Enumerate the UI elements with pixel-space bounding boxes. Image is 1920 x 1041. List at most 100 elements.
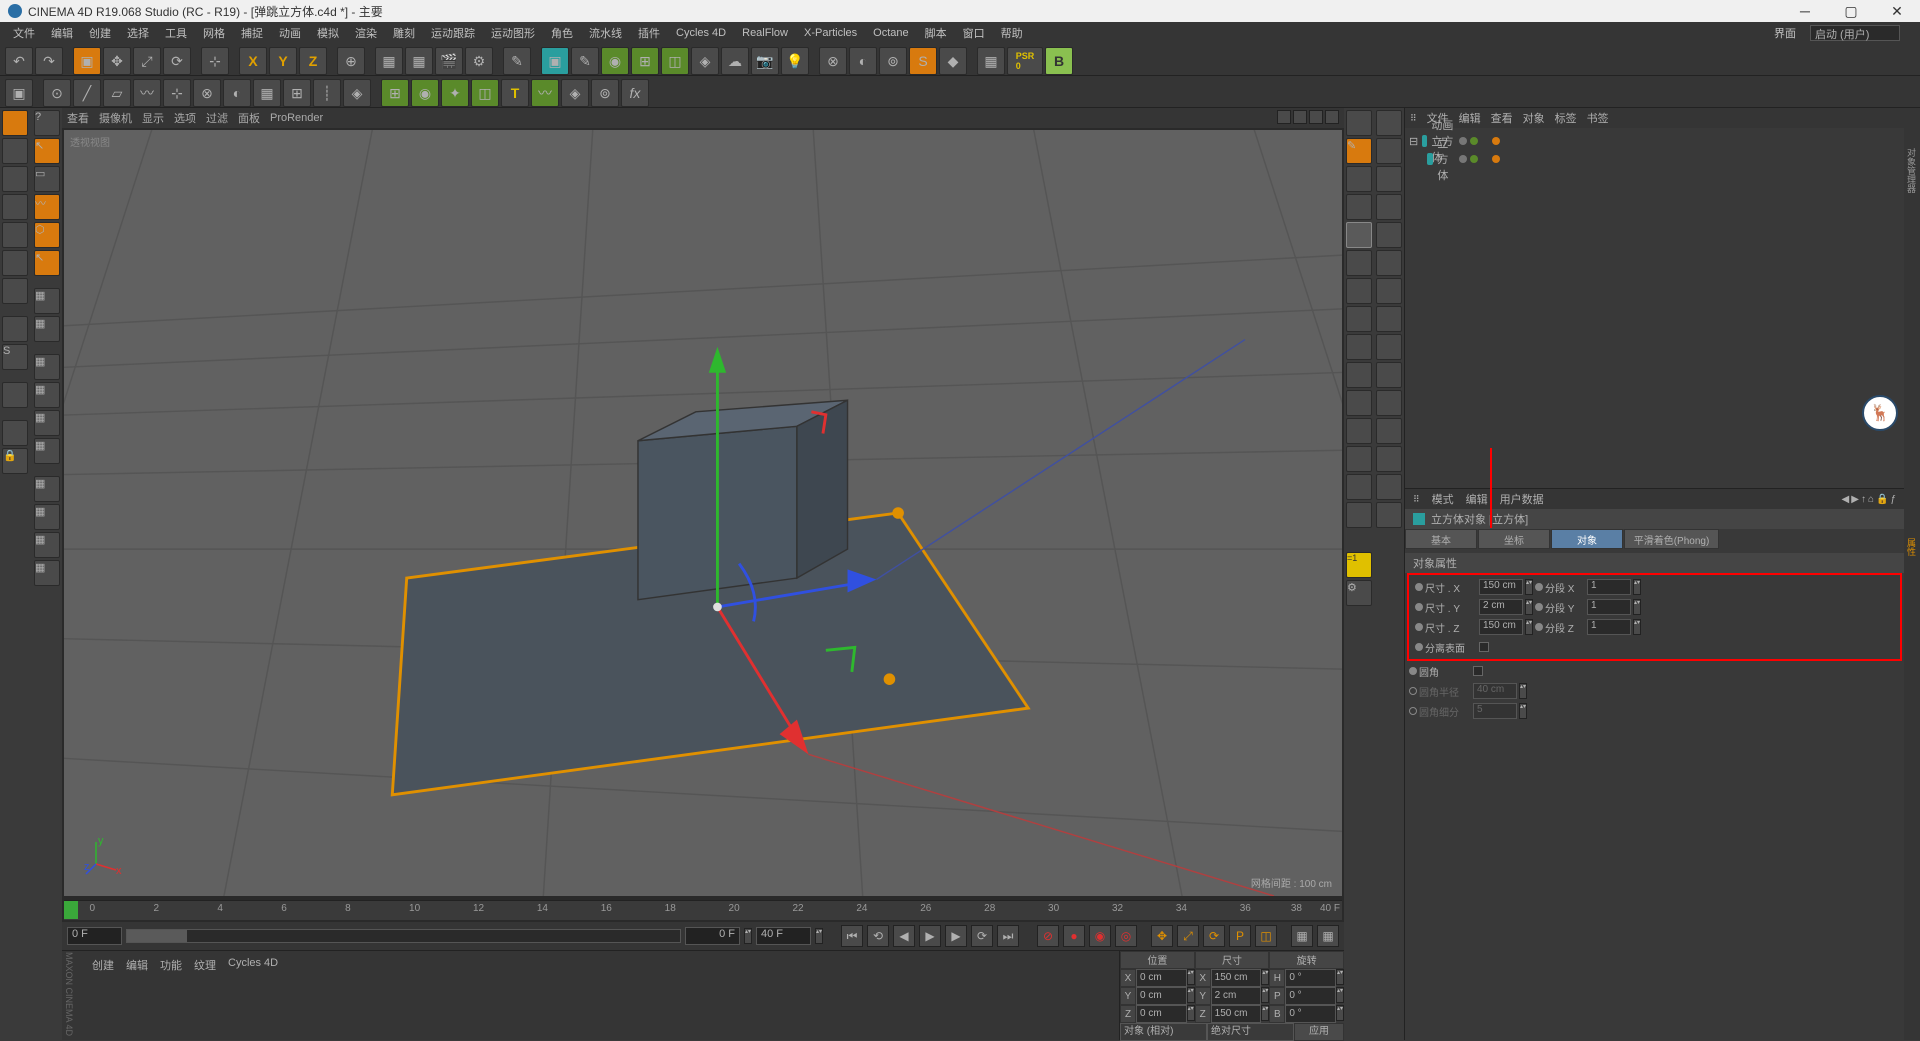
prev-frame-button[interactable]: ◀ xyxy=(893,925,915,947)
spinner[interactable]: ▴▾ xyxy=(1525,619,1533,635)
spinner[interactable]: ▴▾ xyxy=(1633,579,1641,595)
mat-tab[interactable]: 功能 xyxy=(160,957,182,973)
axis-y-button[interactable]: Y xyxy=(269,47,297,75)
workplane-mode-button[interactable] xyxy=(2,194,28,220)
step-back-button[interactable]: ⟲ xyxy=(867,925,889,947)
axis-mode-button[interactable] xyxy=(2,316,28,342)
rtool2[interactable] xyxy=(1376,278,1402,304)
seg-y-input[interactable]: 1 xyxy=(1587,599,1631,615)
vp-nav-icon[interactable] xyxy=(1309,110,1323,124)
separate-checkbox[interactable] xyxy=(1479,642,1489,652)
tool-grid6[interactable]: ▦ xyxy=(34,560,60,586)
vp-menu-item[interactable]: 显示 xyxy=(142,110,164,126)
rtool2[interactable] xyxy=(1376,138,1402,164)
snap-guide[interactable]: ┊ xyxy=(313,79,341,107)
coord-h-rot[interactable]: 0 ° xyxy=(1285,969,1336,987)
rtool2[interactable] xyxy=(1376,474,1402,500)
redo-button[interactable]: ↷ xyxy=(35,47,63,75)
light-button[interactable]: 💡 xyxy=(781,47,809,75)
menu-item[interactable]: 雕刻 xyxy=(385,25,423,41)
rtool2[interactable] xyxy=(1376,166,1402,192)
rtool[interactable] xyxy=(1346,418,1372,444)
rtool2[interactable] xyxy=(1376,446,1402,472)
rtool2[interactable] xyxy=(1376,362,1402,388)
menu-item[interactable]: 动画 xyxy=(271,25,309,41)
coord-p-rot[interactable]: 0 ° xyxy=(1285,987,1336,1005)
menu-item[interactable]: 角色 xyxy=(543,25,581,41)
tree-row[interactable]: ⊟ 动画立方体 xyxy=(1409,132,1900,150)
menu-item[interactable]: Cycles 4D xyxy=(668,27,734,39)
tweak-mode-button[interactable]: S xyxy=(2,344,28,370)
psr-button[interactable]: PSR0 xyxy=(1007,47,1043,75)
undo-button[interactable]: ↶ xyxy=(5,47,33,75)
tool-mesh1[interactable]: ▦ xyxy=(34,354,60,380)
edit-render-button[interactable]: ✎ xyxy=(503,47,531,75)
lock-button[interactable]: 🔒 xyxy=(2,448,28,474)
axis-widget[interactable]: y x z xyxy=(84,836,124,876)
seg-x-input[interactable]: 1 xyxy=(1587,579,1631,595)
prop-radio[interactable] xyxy=(1409,667,1417,675)
mat-tab[interactable]: 编辑 xyxy=(126,957,148,973)
rtool[interactable] xyxy=(1346,390,1372,416)
tool-mesh2[interactable]: ▦ xyxy=(34,382,60,408)
rtool2[interactable] xyxy=(1376,418,1402,444)
model-mode-button[interactable] xyxy=(2,138,28,164)
subdiv-button[interactable]: ◉ xyxy=(601,47,629,75)
tree-item-label[interactable]: 立方体 xyxy=(1437,135,1455,183)
fillet-checkbox[interactable] xyxy=(1473,666,1483,676)
spinner[interactable]: ▴▾ xyxy=(744,928,752,944)
snap-dynamic[interactable]: ◈ xyxy=(343,79,371,107)
spinner[interactable]: ▴▾ xyxy=(1336,969,1344,985)
rtool[interactable] xyxy=(1346,502,1372,528)
mograph-fracture[interactable]: ✦ xyxy=(441,79,469,107)
goto-end-button[interactable]: ⏭ xyxy=(997,925,1019,947)
timeline-ruler[interactable]: 0 2 4 6 8 10 12 14 16 18 20 22 24 26 28 … xyxy=(64,900,1342,920)
vp-nav-icon[interactable] xyxy=(1325,110,1339,124)
tool-1[interactable]: ? xyxy=(34,110,60,136)
snap-vertex[interactable]: ⊙ xyxy=(43,79,71,107)
rtool[interactable] xyxy=(1346,250,1372,276)
prop-radio[interactable] xyxy=(1535,603,1543,611)
edge-mode-button[interactable] xyxy=(2,250,28,276)
maximize-button[interactable]: ▢ xyxy=(1828,0,1874,22)
keyframe-button[interactable]: ◉ xyxy=(1089,925,1111,947)
key-pos-button[interactable]: ✥ xyxy=(1151,925,1173,947)
snap-workplane[interactable]: ▦ xyxy=(253,79,281,107)
axis-x-button[interactable]: X xyxy=(239,47,267,75)
coord-mode-size[interactable]: 绝对尺寸 xyxy=(1207,1023,1294,1041)
mograph-tracer[interactable]: 〰 xyxy=(531,79,559,107)
tool-lasso[interactable]: 〰 xyxy=(34,194,60,220)
spinner[interactable]: ▴▾ xyxy=(815,928,823,944)
move-tool[interactable]: ✥ xyxy=(103,47,131,75)
menu-item[interactable]: 运动图形 xyxy=(483,25,543,41)
frame-start-input[interactable]: 0 F xyxy=(67,927,122,945)
menu-item[interactable]: 编辑 xyxy=(43,25,81,41)
menu-item[interactable]: 运动跟踪 xyxy=(423,25,483,41)
snap-edge[interactable]: ╱ xyxy=(73,79,101,107)
attr-tab-basic[interactable]: 基本 xyxy=(1405,529,1477,549)
rtool2[interactable] xyxy=(1376,250,1402,276)
rtool2[interactable] xyxy=(1376,502,1402,528)
mat-tab[interactable]: Cycles 4D xyxy=(228,957,278,973)
scale-tool[interactable]: ⤢ xyxy=(133,47,161,75)
mograph-text[interactable]: T xyxy=(501,79,529,107)
vp-menu-item[interactable]: 摄像机 xyxy=(99,110,132,126)
rtool2[interactable] xyxy=(1376,110,1402,136)
rotate-tool[interactable]: ⟳ xyxy=(163,47,191,75)
key-param-button[interactable]: P xyxy=(1229,925,1251,947)
xp-mod-button[interactable]: ◆ xyxy=(939,47,967,75)
rtool2[interactable] xyxy=(1376,306,1402,332)
coord-system-button[interactable]: ⊕ xyxy=(337,47,365,75)
recent-tool[interactable]: ⊹ xyxy=(201,47,229,75)
rtool2[interactable] xyxy=(1376,222,1402,248)
frame-end-input[interactable]: 40 F xyxy=(756,927,811,945)
attr-tab-phong[interactable]: 平滑着色(Phong) xyxy=(1624,529,1719,549)
key-pla-button[interactable]: ◫ xyxy=(1255,925,1277,947)
range-slider[interactable] xyxy=(126,929,681,943)
select-tool[interactable]: ▣ xyxy=(73,47,101,75)
key-rot-button[interactable]: ⟳ xyxy=(1203,925,1225,947)
menu-item[interactable]: 捕捉 xyxy=(233,25,271,41)
deformer-button[interactable]: ◈ xyxy=(691,47,719,75)
record-button[interactable]: ⊘ xyxy=(1037,925,1059,947)
rtool[interactable] xyxy=(1346,334,1372,360)
